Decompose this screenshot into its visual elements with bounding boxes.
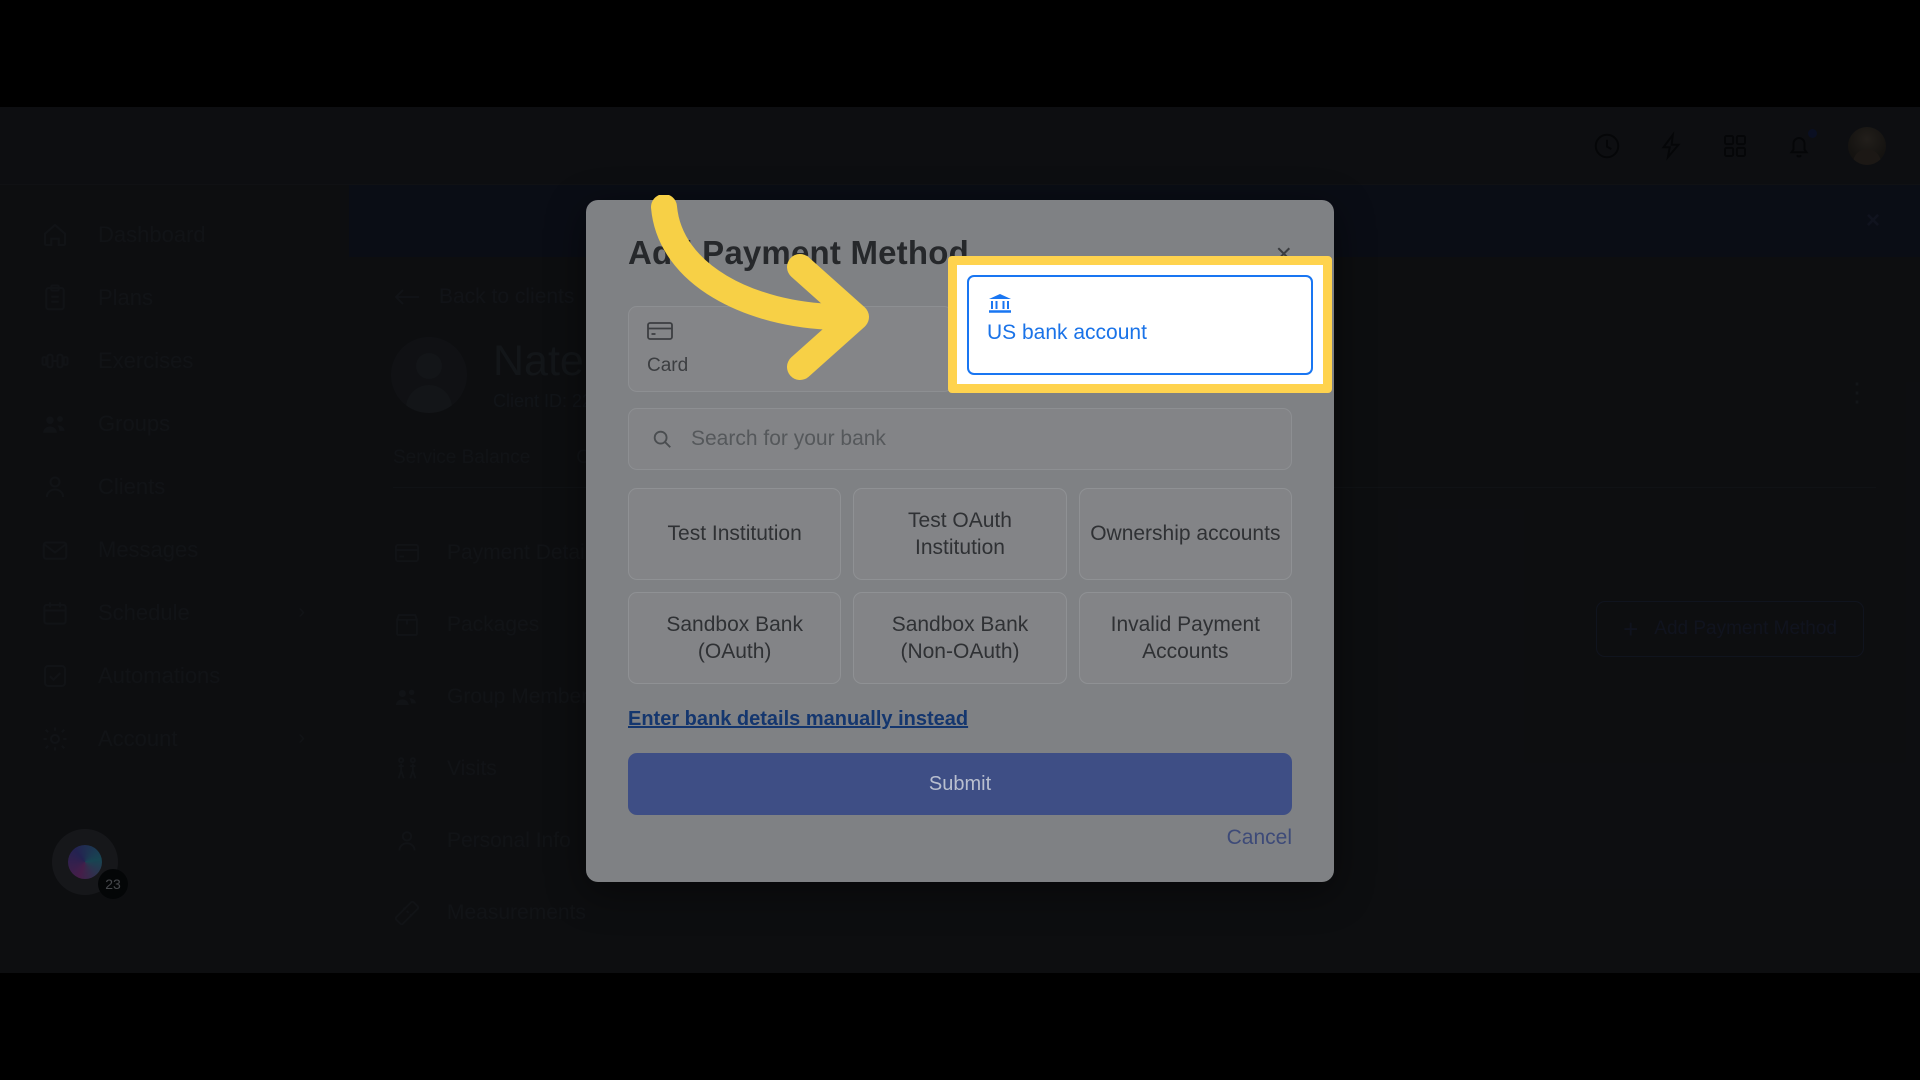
submenu-item-label: Measurements [447,901,586,924]
submenu-item-training-info[interactable]: Training Info [393,949,693,973]
sidebar-item-label: Exercises [98,347,194,373]
sidebar-item-groups[interactable]: Groups [0,392,349,455]
apps-grid-icon[interactable] [1720,131,1750,161]
sidebar-item-label: Clients [98,473,166,499]
bank-icon [987,291,1293,315]
sidebar-item-label: Dashboard [98,221,206,247]
submenu-item-label: Packages [447,613,540,636]
sidebar-item-label: Groups [98,410,171,436]
back-link-label: Back to clients [439,285,575,308]
close-icon[interactable]: × [1866,207,1880,235]
ruler-icon [393,899,421,927]
submenu-item-label: Payment Details [447,541,600,564]
sidebar-item-messages[interactable]: Messages [0,518,349,581]
person-icon [393,827,421,855]
bell-icon[interactable] [1784,128,1817,161]
logo-glyph [68,845,102,879]
sidebar: Dashboard Plans Exercises Groups Clients… [0,185,349,973]
package-icon [393,611,421,639]
search-icon [653,430,671,448]
bank-card[interactable]: Test Institution [628,488,842,580]
bolt-icon[interactable] [1656,130,1686,161]
add-payment-method-label: Add Payment Method [1654,618,1837,639]
person-icon [40,472,70,502]
bank-card[interactable]: Ownership accounts [1078,488,1292,580]
bank-search-box[interactable] [628,408,1292,470]
submenu-item-label: Personal Info [447,829,571,852]
sidebar-item-label: Account [98,725,178,751]
sidebar-item-dashboard[interactable]: Dashboard [0,203,349,266]
bank-card[interactable]: Sandbox Bank (OAuth) [628,592,842,684]
calendar-icon [40,598,70,628]
sidebar-item-label: Plans [98,284,154,310]
dumbbell-icon [40,346,70,376]
highlight-us-bank-account: US bank account [948,256,1332,393]
sidebar-item-label: Schedule [98,599,190,625]
sidebar-item-label: Automations [98,662,221,688]
arrow-left-icon [394,289,419,305]
page-title: Nate [493,336,584,385]
sidebar-item-automations[interactable]: Automations [0,644,349,707]
sidebar-item-label: Messages [98,536,199,562]
more-options-icon[interactable]: ⋮ [1844,377,1872,408]
clipboard-icon [40,283,70,313]
bank-card[interactable]: Invalid Payment Accounts [1078,592,1292,684]
sidebar-item-plans[interactable]: Plans [0,266,349,329]
letterbox-top [0,0,1920,107]
submenu-item-label: Visits [447,757,497,780]
sidebar-item-exercises[interactable]: Exercises [0,329,349,392]
visits-icon [393,755,421,783]
add-payment-method-button[interactable]: + Add Payment Method [1596,601,1864,657]
avatar[interactable] [1848,126,1886,165]
bank-grid: Test Institution Test OAuth Institution … [628,488,1292,684]
enter-bank-details-manually-link[interactable]: Enter bank details manually instead [628,708,968,731]
client-avatar [391,337,467,413]
chevron-right-icon: › [298,727,305,749]
people-group-icon [393,683,421,711]
notification-badge-dot [1808,128,1817,138]
letterbox-bottom [0,973,1920,1080]
sidebar-item-schedule[interactable]: Schedule › [0,581,349,644]
chevron-right-icon: › [298,601,305,623]
sidebar-item-account[interactable]: Account › [0,707,349,770]
submit-button[interactable]: Submit [628,753,1292,815]
home-icon [40,220,70,250]
us-bank-account-option[interactable]: US bank account [967,275,1313,375]
bank-card[interactable]: Test OAuth Institution [853,488,1067,580]
screen: Dashboard Plans Exercises Groups Clients… [0,0,1920,1080]
people-group-icon [40,409,70,439]
sidebar-item-clients[interactable]: Clients [0,455,349,518]
submenu-item-label: Group Members [447,685,599,708]
top-bar [0,107,1920,185]
credit-card-icon [393,539,421,567]
annotation-arrow-icon [651,195,869,380]
client-id-label: Client ID: 22 [493,391,593,412]
us-bank-account-label: US bank account [987,321,1147,344]
submenu-item-measurements[interactable]: Measurements [393,877,693,949]
envelope-icon [40,535,70,565]
check-square-icon [40,661,70,691]
tab-service-balance[interactable]: Service Balance [393,447,530,469]
gear-icon [40,724,70,754]
sidebar-badge-count: 23 [98,869,128,899]
cancel-button[interactable]: Cancel [1227,826,1292,850]
search-input[interactable] [691,427,1269,451]
bank-card[interactable]: Sandbox Bank (Non-OAuth) [853,592,1067,684]
plus-icon: + [1623,614,1639,644]
clock-icon[interactable] [1592,131,1622,161]
